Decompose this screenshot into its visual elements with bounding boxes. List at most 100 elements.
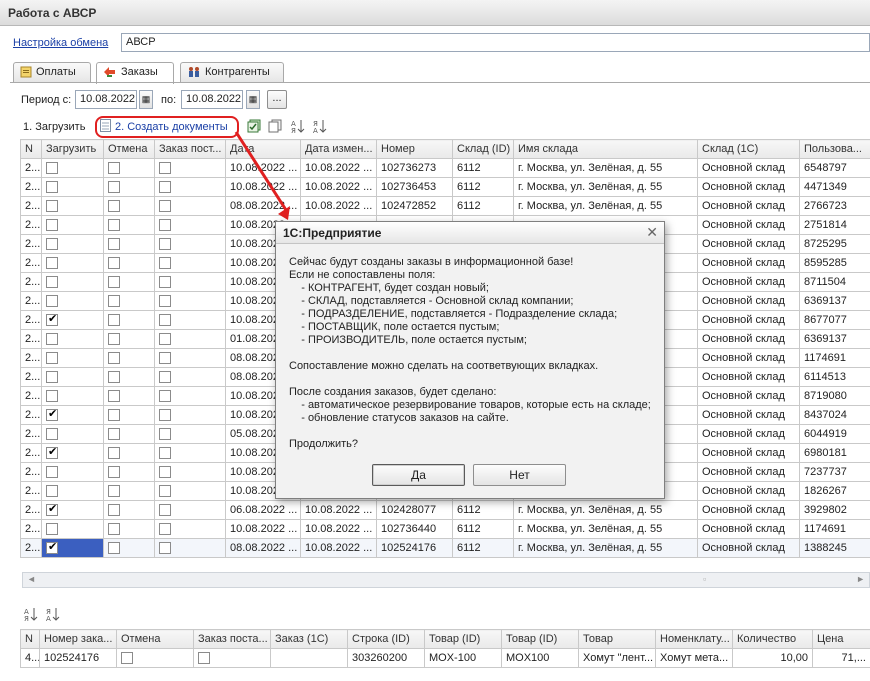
cancel-checkbox[interactable]: [108, 276, 120, 289]
supplier-order-checkbox[interactable]: [159, 257, 171, 270]
warehouse-1c-cell[interactable]: Основной склад: [697, 538, 800, 558]
warehouse-id-cell[interactable]: 6112: [452, 519, 514, 539]
user-cell[interactable]: 1826267: [799, 481, 870, 501]
load-cell[interactable]: [41, 367, 104, 387]
col-goods[interactable]: Товар: [578, 629, 656, 649]
nomen-cell[interactable]: Хомут мета...: [655, 648, 733, 668]
cancel-checkbox[interactable]: [108, 181, 120, 194]
cancel-checkbox[interactable]: [108, 352, 120, 365]
user-cell[interactable]: 8711504: [799, 272, 870, 292]
supplier-order-checkbox[interactable]: [159, 542, 171, 555]
period-to-input[interactable]: 10.08.2022: [181, 90, 243, 109]
warehouse-name-cell[interactable]: г. Москва, ул. Зелёная, д. 55: [513, 177, 698, 197]
load-checkbox[interactable]: [46, 200, 58, 213]
row-n[interactable]: 2...: [20, 177, 42, 197]
period-from-input[interactable]: 10.08.2022: [75, 90, 137, 109]
create-documents-button[interactable]: 2. Создать документы: [100, 119, 228, 135]
load-checkbox[interactable]: [46, 445, 58, 460]
col-load[interactable]: Загрузить: [41, 139, 104, 159]
load-checkbox[interactable]: [46, 295, 58, 308]
supplier-order-cell[interactable]: [154, 272, 226, 292]
load-checkbox[interactable]: [46, 219, 58, 232]
col-warehouse-1c[interactable]: Склад (1С): [697, 139, 800, 159]
col-number[interactable]: Номер: [376, 139, 453, 159]
warehouse-name-cell[interactable]: г. Москва, ул. Зелёная, д. 55: [513, 196, 698, 216]
col-n[interactable]: N: [20, 629, 40, 649]
cancel-checkbox[interactable]: [108, 504, 120, 517]
warehouse-1c-cell[interactable]: Основной склад: [697, 348, 800, 368]
row-n[interactable]: 2...: [20, 424, 42, 444]
load-cell[interactable]: [41, 443, 104, 463]
row-n[interactable]: 2...: [20, 386, 42, 406]
row-n[interactable]: 2...: [20, 291, 42, 311]
cancel-checkbox[interactable]: [108, 390, 120, 403]
exchange-settings-link[interactable]: Настройка обмена: [13, 37, 108, 49]
cancel-cell[interactable]: [103, 538, 155, 558]
table-row[interactable]: 2... 10.08.2022 ... 10.08.2022 ... 10273645…: [20, 177, 870, 197]
supplier-order-checkbox[interactable]: [159, 409, 171, 422]
user-cell[interactable]: 6369137: [799, 291, 870, 311]
load-cell[interactable]: [41, 158, 104, 178]
user-cell[interactable]: 4471349: [799, 177, 870, 197]
date-cell[interactable]: 06.08.2022 ...: [225, 500, 301, 520]
supplier-order-cell[interactable]: [154, 310, 226, 330]
table-row[interactable]: 2... 08.08.2022 ... 10.08.2022 ... 10247285…: [20, 196, 870, 216]
row-n[interactable]: 2...: [20, 348, 42, 368]
load-cell[interactable]: [41, 253, 104, 273]
number-cell[interactable]: 102524176: [376, 538, 453, 558]
user-cell[interactable]: 8719080: [799, 386, 870, 406]
warehouse-1c-cell[interactable]: Основной склад: [697, 519, 800, 539]
cancel-checkbox[interactable]: [108, 295, 120, 308]
user-cell[interactable]: 6114513: [799, 367, 870, 387]
load-button[interactable]: 1. Загрузить: [23, 121, 85, 133]
cancel-checkbox[interactable]: [108, 371, 120, 384]
cancel-cell[interactable]: [103, 405, 155, 425]
cancel-cell[interactable]: [103, 367, 155, 387]
supplier-order-checkbox[interactable]: [159, 466, 171, 479]
supplier-order-cell[interactable]: [154, 443, 226, 463]
row-n[interactable]: 2...: [20, 462, 42, 482]
calendar-icon[interactable]: ▦: [246, 90, 260, 109]
col-line-id[interactable]: Строка (ID): [347, 629, 425, 649]
col-order-1c[interactable]: Заказ (1С): [270, 629, 348, 649]
supplier-order-checkbox[interactable]: [159, 485, 171, 498]
user-cell[interactable]: 2766723: [799, 196, 870, 216]
sort-desc-icon[interactable]: ЯA: [313, 119, 327, 136]
cancel-checkbox[interactable]: [108, 200, 120, 213]
warehouse-1c-cell[interactable]: Основной склад: [697, 253, 800, 273]
cancel-cell[interactable]: [103, 386, 155, 406]
yes-button[interactable]: Да: [372, 464, 465, 486]
load-cell[interactable]: [41, 272, 104, 292]
supplier-order-cell[interactable]: [154, 462, 226, 482]
cancel-checkbox[interactable]: [108, 257, 120, 270]
load-checkbox[interactable]: [46, 371, 58, 384]
warehouse-name-cell[interactable]: г. Москва, ул. Зелёная, д. 55: [513, 500, 698, 520]
supplier-order-checkbox[interactable]: [159, 428, 171, 441]
col-date-modified[interactable]: Дата измен...: [300, 139, 377, 159]
supplier-order-checkbox[interactable]: [159, 390, 171, 403]
table-row[interactable]: 4... 102524176 303260200 MOX-100 MOX100 Хомут…: [20, 648, 870, 668]
supplier-order-checkbox[interactable]: [159, 200, 171, 213]
warehouse-1c-cell[interactable]: Основной склад: [697, 424, 800, 444]
load-cell[interactable]: [41, 386, 104, 406]
cancel-checkbox[interactable]: [108, 447, 120, 460]
horizontal-scrollbar[interactable]: ◄ ▫ ►: [22, 572, 870, 588]
warehouse-1c-cell[interactable]: Основной склад: [697, 215, 800, 235]
col-n[interactable]: N: [20, 139, 42, 159]
user-cell[interactable]: 3929802: [799, 500, 870, 520]
date-modified-cell[interactable]: 10.08.2022 ...: [300, 158, 377, 178]
row-n[interactable]: 2...: [20, 234, 42, 254]
cancel-checkbox[interactable]: [108, 333, 120, 346]
load-checkbox[interactable]: [46, 276, 58, 289]
post-checkbox[interactable]: [198, 652, 210, 665]
number-cell[interactable]: 102736453: [376, 177, 453, 197]
cancel-cell[interactable]: [103, 234, 155, 254]
order-cell[interactable]: 102524176: [39, 648, 117, 668]
date-cell[interactable]: 08.08.2022 ...: [225, 538, 301, 558]
load-cell[interactable]: [41, 481, 104, 501]
row-n[interactable]: 2...: [20, 215, 42, 235]
warehouse-1c-cell[interactable]: Основной склад: [697, 177, 800, 197]
supplier-order-checkbox[interactable]: [159, 333, 171, 346]
date-modified-cell[interactable]: 10.08.2022 ...: [300, 519, 377, 539]
supplier-order-cell[interactable]: [154, 386, 226, 406]
